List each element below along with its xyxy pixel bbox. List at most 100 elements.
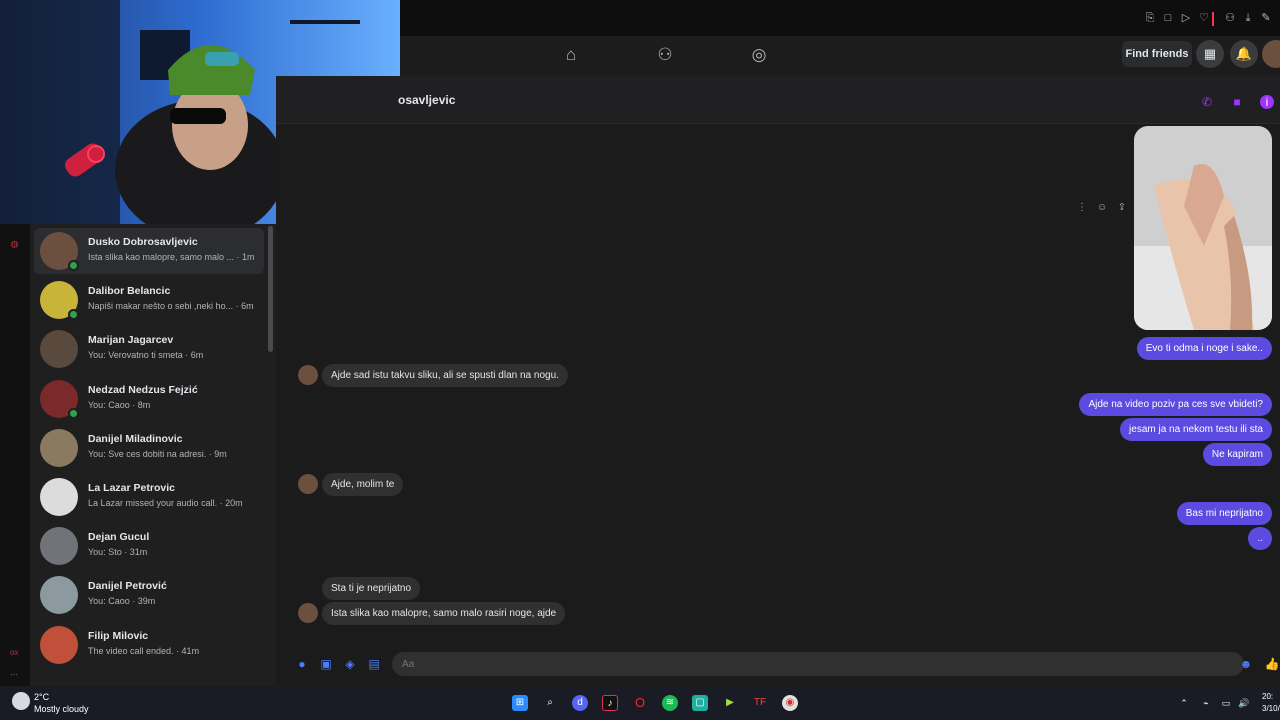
side-icon[interactable]: ox [10, 648, 18, 657]
chat-list-item[interactable]: Filip Milovic The video call ended. · 41m [34, 622, 264, 668]
avatar [40, 576, 78, 615]
groups-icon[interactable]: ◎ [748, 44, 770, 66]
chat-list-item[interactable]: Nedzad Nedzus Fejzić You: Caoo · 8m [34, 376, 264, 422]
gif-icon[interactable]: ▤ [366, 656, 382, 672]
conversation-panel: osavljevic ✆ ■ i ⋮ ☺ ⇪ Evo ti odma i nog… [276, 76, 1280, 686]
chat-app-icon[interactable]: ▢ [692, 695, 708, 711]
sent-message[interactable]: Evo ti odma i noge i sake.. [1136, 337, 1272, 360]
sender-avatar[interactable] [298, 603, 318, 623]
chat-name: Marijan Jagarcev [88, 334, 174, 347]
sent-message[interactable]: Ajde na video poziv pa ces sve vbideti? [1079, 393, 1272, 416]
chat-list-item[interactable]: Marijan Jagarcev You: Verovatno ti smeta … [34, 326, 264, 372]
play-icon[interactable]: ▷ [1180, 12, 1192, 24]
chat-name: Danijel Petrović [88, 580, 167, 593]
shared-photo[interactable] [1134, 126, 1272, 330]
game-icon[interactable]: ▶ [722, 695, 738, 711]
sent-message[interactable]: .. [1248, 527, 1272, 550]
video-icon[interactable]: ■ [1230, 95, 1244, 109]
chat-list-item[interactable]: La Lazar Petrovic La Lazar missed your au… [34, 474, 264, 520]
sent-message[interactable]: Bas mi neprijatno [1176, 502, 1272, 525]
sender-avatar[interactable] [298, 474, 318, 494]
received-message[interactable]: Ajde, molim te [322, 473, 404, 496]
find-friends-button[interactable]: Find friends [1122, 41, 1192, 67]
account-avatar[interactable] [1262, 40, 1280, 68]
app-icon[interactable]: TF [752, 695, 768, 711]
profile-icon[interactable]: ⚇ [1224, 12, 1236, 24]
chat-preview: The video call ended. · 41m [88, 645, 200, 656]
more-options-icon[interactable]: ⋮ [1076, 202, 1088, 214]
message-input[interactable] [392, 652, 1244, 676]
bookmark-icon[interactable]: ⎘ [1144, 12, 1156, 24]
chat-list: Dusko Dobrosavljevic Ista slika kao malop… [30, 224, 276, 686]
sent-message[interactable]: Ne kapiram [1202, 443, 1272, 466]
chat-name: Danijel Miladinovic [88, 432, 183, 445]
received-message[interactable]: Ista slika kao malopre, samo malo rasiri… [322, 602, 566, 625]
sent-message[interactable]: jesam ja na nekom testu ili sta [1120, 418, 1272, 441]
spotify-icon[interactable]: ≋ [662, 695, 678, 711]
home-icon[interactable]: ⌂ [560, 44, 582, 66]
chat-list-item[interactable]: Dejan Gucul You: Sto · 31m [34, 523, 264, 569]
chat-name: Filip Milovic [88, 629, 149, 642]
chat-name: Dalibor Belancic [88, 285, 171, 298]
weather-icon[interactable] [12, 692, 30, 710]
microphone-icon[interactable]: ● [294, 656, 310, 672]
apps-grid-icon[interactable]: ▦ [1196, 40, 1224, 68]
received-message[interactable]: Ajde sad istu takvu sliku, ali se spusti… [322, 364, 568, 387]
chat-list-item[interactable]: Dalibor Belancic Napiši makar nešto o seb… [34, 277, 264, 323]
network-icon[interactable]: ⌁ [1198, 695, 1214, 711]
tray-expand-icon[interactable]: ⌃ [1176, 695, 1192, 711]
avatar [40, 527, 78, 566]
tiktok-icon[interactable]: ♪ [602, 695, 618, 711]
windows-taskbar: 2°C Mostly cloudy ⊞ ⌕ d ♪ O ≋ ▢ ▶ TF ◉ ⌃… [0, 686, 1280, 720]
chat-preview: You: Caoo · 8m [88, 399, 151, 410]
download-icon[interactable]: ⤓ [1242, 12, 1254, 24]
tab-icon[interactable]: □ [1162, 12, 1174, 24]
friends-icon[interactable]: ⚇ [654, 44, 676, 66]
volume-icon[interactable]: 🔊 [1236, 695, 1252, 711]
settings-icon[interactable]: ⚙ [10, 240, 20, 251]
chat-list-item[interactable]: Dusko Dobrosavljevic Ista slika kao malop… [34, 228, 264, 274]
weather-temperature[interactable]: 2°C [34, 692, 49, 702]
chat-name: Dusko Dobrosavljevic [88, 236, 198, 248]
extension-icon[interactable]: ✎ [1260, 12, 1272, 24]
search-icon[interactable]: ⌕ [542, 695, 558, 711]
chrome-icon[interactable]: ◉ [782, 695, 798, 711]
chat-list-scrollbar[interactable] [268, 226, 273, 352]
left-icon-rail: ⚙ ox ··· [0, 224, 30, 686]
phone-icon[interactable]: ✆ [1200, 95, 1214, 109]
heart-icon[interactable]: ♡ [1198, 12, 1210, 24]
chat-list-item[interactable]: Danijel Petrović You: Caoo · 39m [34, 572, 264, 618]
notifications-icon[interactable]: 🔔 [1230, 40, 1258, 68]
taskbar-date[interactable]: 3/10/ [1262, 704, 1280, 713]
conversation-header: osavljevic ✆ ■ i [276, 76, 1280, 124]
emoji-icon[interactable]: ☻ [1238, 656, 1254, 672]
sticker-icon[interactable]: ◈ [342, 656, 358, 672]
windows-start-icon[interactable]: ⊞ [512, 695, 528, 711]
weather-description[interactable]: Mostly cloudy [34, 704, 89, 714]
forward-icon[interactable]: ⇪ [1116, 202, 1128, 214]
received-message[interactable]: Sta ti je neprijatno [322, 577, 421, 600]
avatar [40, 330, 78, 369]
react-icon[interactable]: ☺ [1096, 202, 1108, 214]
opera-icon[interactable]: O [632, 695, 648, 711]
chat-preview: Ista slika kao malopre, samo malo ... · … [88, 252, 255, 262]
sender-avatar[interactable] [298, 365, 318, 385]
info-icon[interactable]: i [1260, 95, 1274, 109]
chat-list-item[interactable]: Danijel Miladinovic You: Sve ces dobiti n… [34, 425, 264, 471]
online-indicator [68, 309, 79, 321]
taskbar-clock[interactable]: 20: [1262, 692, 1273, 701]
avatar [40, 625, 78, 664]
chat-name: Nedzad Nedzus Fejzić [88, 383, 198, 396]
chat-name: Dejan Gucul [88, 531, 150, 544]
facebook-top-nav: ⌂ ⚇ ◎ Find friends ▦ 🔔 [400, 36, 1280, 76]
display-icon[interactable]: ▭ [1218, 695, 1234, 711]
conversation-name[interactable]: osavljevic [398, 93, 455, 107]
record-indicator [1212, 12, 1214, 26]
chat-preview: You: Verovatno ti smeta · 6m [88, 350, 204, 361]
chat-preview: You: Caoo · 39m [88, 596, 156, 607]
discord-icon[interactable]: d [572, 695, 588, 711]
more-icon[interactable]: ··· [10, 670, 18, 679]
online-indicator [68, 407, 79, 419]
image-icon[interactable]: ▣ [318, 656, 334, 672]
like-icon[interactable]: 👍 [1264, 656, 1280, 672]
